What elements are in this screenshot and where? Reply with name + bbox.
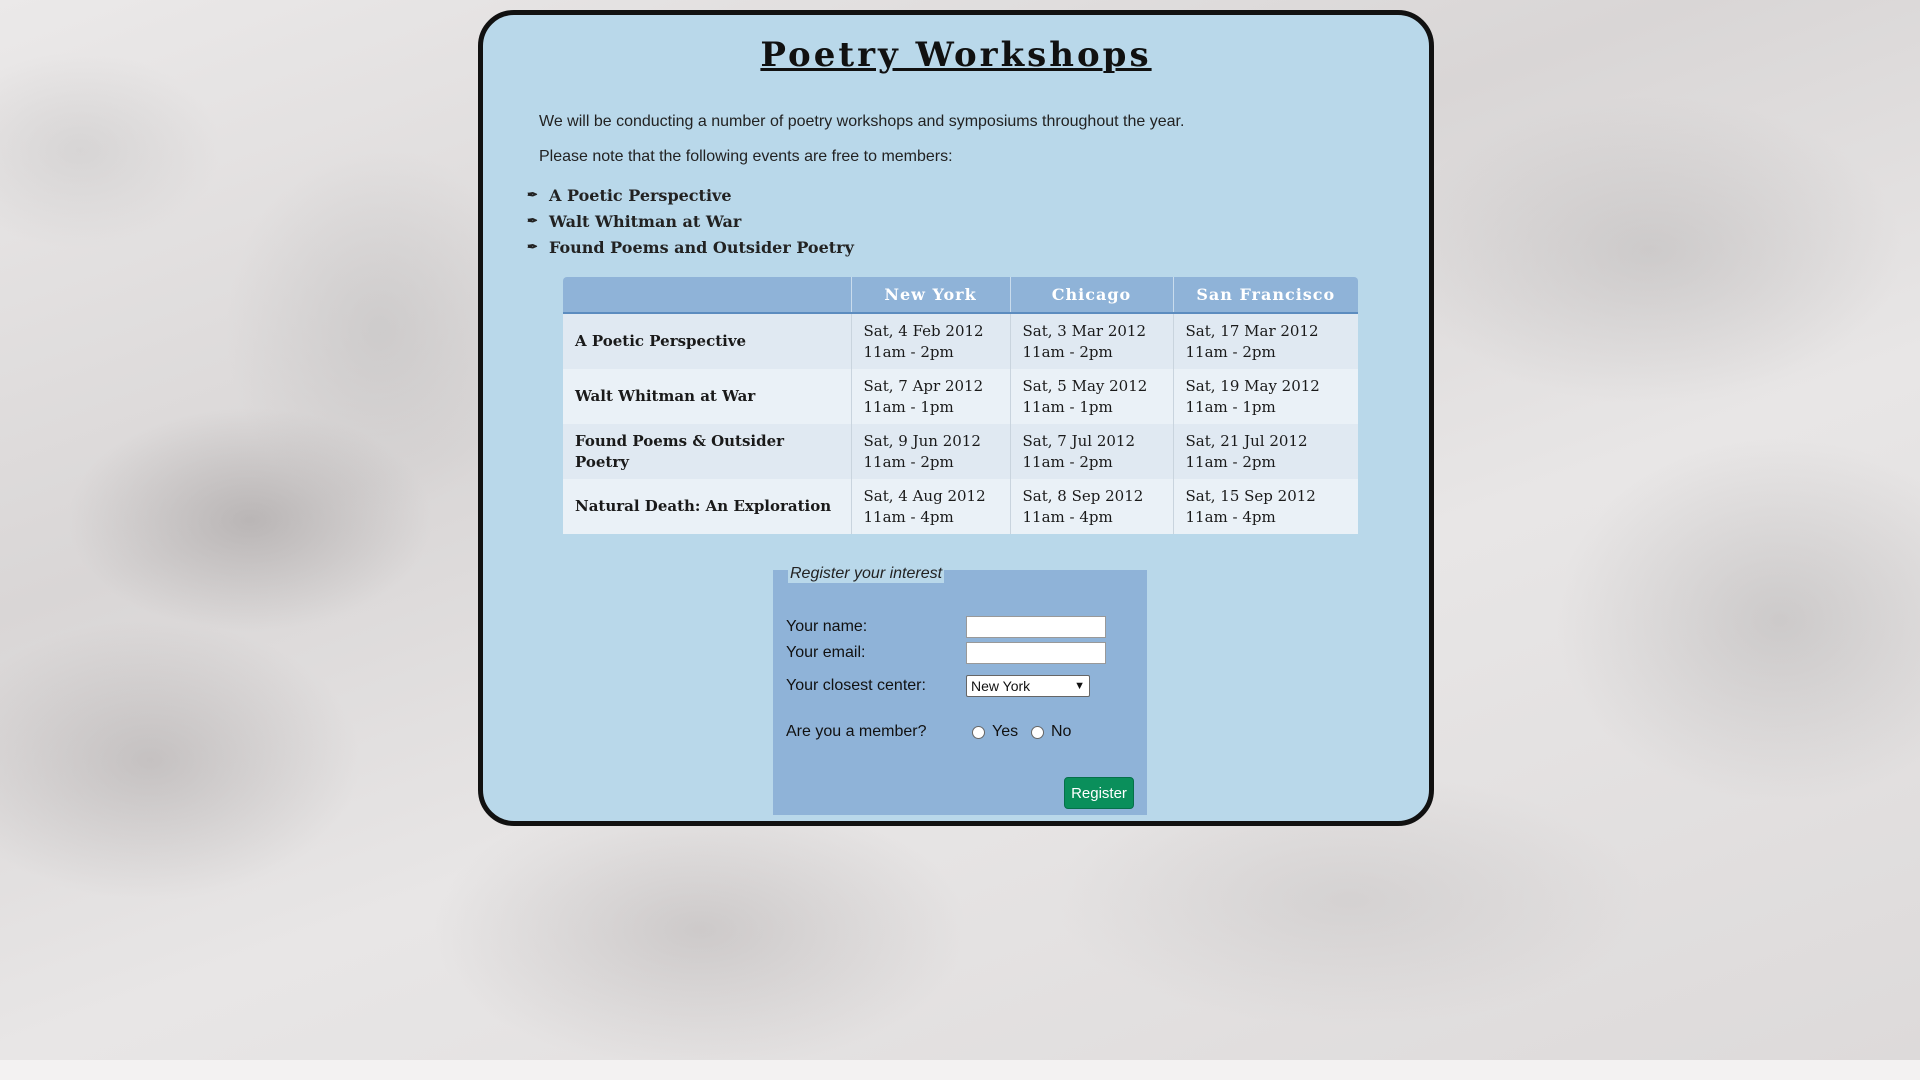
free-events-note: Please note that the following events ar… bbox=[539, 148, 953, 165]
event-name-cell: A Poetic Perspective bbox=[563, 313, 851, 369]
schedule-cell: Sat, 4 Aug 2012 11am - 4pm bbox=[850, 479, 1010, 534]
event-time: 11am - 2pm bbox=[1022, 452, 1113, 471]
event-time: 11am - 1pm bbox=[863, 397, 954, 416]
quill-pen-icon: ✒ bbox=[527, 188, 538, 203]
event-time: 11am - 4pm bbox=[1022, 507, 1113, 526]
event-date: Sat, 19 May 2012 bbox=[1185, 376, 1320, 395]
table-row: A Poetic Perspective Sat, 4 Feb 2012 11a… bbox=[563, 313, 1358, 369]
schedule-cell: Sat, 8 Sep 2012 11am - 4pm bbox=[1009, 479, 1173, 534]
email-input[interactable] bbox=[966, 642, 1106, 664]
event-name-cell: Natural Death: An Exploration bbox=[563, 479, 851, 534]
column-header-chicago: Chicago bbox=[1009, 277, 1173, 314]
event-date: Sat, 15 Sep 2012 bbox=[1185, 486, 1316, 505]
member-yes-radio[interactable] bbox=[972, 726, 985, 739]
member-label: Are you a member? bbox=[786, 723, 927, 740]
table-row: Natural Death: An Exploration Sat, 4 Aug… bbox=[563, 479, 1358, 534]
event-name-cell: Found Poems & Outsider Poetry bbox=[563, 424, 851, 479]
event-name: A Poetic Perspective bbox=[549, 186, 732, 205]
name-label: Your name: bbox=[786, 618, 868, 635]
column-header-event bbox=[563, 277, 851, 314]
event-date: Sat, 8 Sep 2012 bbox=[1022, 486, 1144, 505]
center-selected-value: New York bbox=[971, 678, 1031, 694]
form-legend: Register your interest bbox=[788, 565, 945, 583]
column-header-new-york: New York bbox=[850, 277, 1010, 314]
member-yes-label[interactable]: Yes bbox=[992, 723, 1018, 741]
quill-pen-icon: ✒ bbox=[527, 214, 538, 229]
schedule-cell: Sat, 19 May 2012 11am - 1pm bbox=[1172, 369, 1358, 424]
event-date: Sat, 21 Jul 2012 bbox=[1185, 431, 1308, 450]
event-name-cell: Walt Whitman at War bbox=[563, 369, 851, 424]
table-header-row: New York Chicago San Francisco bbox=[563, 277, 1358, 314]
event-time: 11am - 1pm bbox=[1022, 397, 1113, 416]
event-date: Sat, 5 May 2012 bbox=[1022, 376, 1148, 395]
event-time: 11am - 2pm bbox=[1185, 452, 1276, 471]
register-button[interactable]: Register bbox=[1064, 777, 1134, 809]
event-time: 11am - 2pm bbox=[863, 452, 954, 471]
intro-text: We will be conducting a number of poetry… bbox=[539, 113, 1185, 130]
list-item: ✒ Walt Whitman at War bbox=[527, 209, 854, 235]
event-time: 11am - 4pm bbox=[863, 507, 954, 526]
member-no-radio[interactable] bbox=[1031, 726, 1044, 739]
schedule-cell: Sat, 3 Mar 2012 11am - 2pm bbox=[1009, 313, 1173, 369]
event-time: 11am - 4pm bbox=[1185, 507, 1276, 526]
schedule-cell: Sat, 21 Jul 2012 11am - 2pm bbox=[1172, 424, 1358, 479]
member-no-label[interactable]: No bbox=[1051, 723, 1071, 741]
event-date: Sat, 7 Apr 2012 bbox=[863, 376, 984, 395]
page-title: Poetry Workshops bbox=[760, 35, 1152, 75]
event-time: 11am - 2pm bbox=[1022, 342, 1113, 361]
name-input[interactable] bbox=[966, 616, 1106, 638]
schedule-cell: Sat, 7 Apr 2012 11am - 1pm bbox=[850, 369, 1010, 424]
event-time: 11am - 2pm bbox=[863, 342, 954, 361]
quill-pen-icon: ✒ bbox=[527, 240, 538, 255]
event-name: Found Poems and Outsider Poetry bbox=[549, 238, 854, 257]
list-item: ✒ A Poetic Perspective bbox=[527, 183, 854, 209]
schedule-cell: Sat, 9 Jun 2012 11am - 2pm bbox=[850, 424, 1010, 479]
schedule-cell: Sat, 17 Mar 2012 11am - 2pm bbox=[1172, 313, 1358, 369]
list-item: ✒ Found Poems and Outsider Poetry bbox=[527, 235, 854, 261]
event-time: 11am - 1pm bbox=[1185, 397, 1276, 416]
registration-form: Register your interest Your name: Your e… bbox=[773, 565, 1147, 815]
chevron-down-icon: ▼ bbox=[1074, 680, 1085, 692]
schedule-cell: Sat, 5 May 2012 11am - 1pm bbox=[1009, 369, 1173, 424]
event-date: Sat, 9 Jun 2012 bbox=[863, 431, 981, 450]
event-date: Sat, 3 Mar 2012 bbox=[1022, 321, 1147, 340]
schedule-cell: Sat, 4 Feb 2012 11am - 2pm bbox=[850, 313, 1010, 369]
free-events-list: ✒ A Poetic Perspective ✒ Walt Whitman at… bbox=[527, 183, 854, 261]
center-select[interactable]: New York ▼ bbox=[966, 675, 1090, 697]
schedule-cell: Sat, 7 Jul 2012 11am - 2pm bbox=[1009, 424, 1173, 479]
content-panel: Poetry Workshops We will be conducting a… bbox=[478, 10, 1434, 826]
event-date: Sat, 7 Jul 2012 bbox=[1022, 431, 1136, 450]
column-header-san-francisco: San Francisco bbox=[1172, 277, 1358, 314]
schedule-cell: Sat, 15 Sep 2012 11am - 4pm bbox=[1172, 479, 1358, 534]
email-label: Your email: bbox=[786, 644, 866, 661]
event-date: Sat, 4 Feb 2012 bbox=[863, 321, 984, 340]
table-row: Found Poems & Outsider Poetry Sat, 9 Jun… bbox=[563, 424, 1358, 479]
schedule-table: New York Chicago San Francisco A Poetic … bbox=[563, 277, 1358, 534]
event-date: Sat, 4 Aug 2012 bbox=[863, 486, 986, 505]
event-time: 11am - 2pm bbox=[1185, 342, 1276, 361]
table-row: Walt Whitman at War Sat, 7 Apr 2012 11am… bbox=[563, 369, 1358, 424]
event-date: Sat, 17 Mar 2012 bbox=[1185, 321, 1319, 340]
event-name: Walt Whitman at War bbox=[549, 212, 742, 231]
center-label: Your closest center: bbox=[786, 677, 926, 694]
